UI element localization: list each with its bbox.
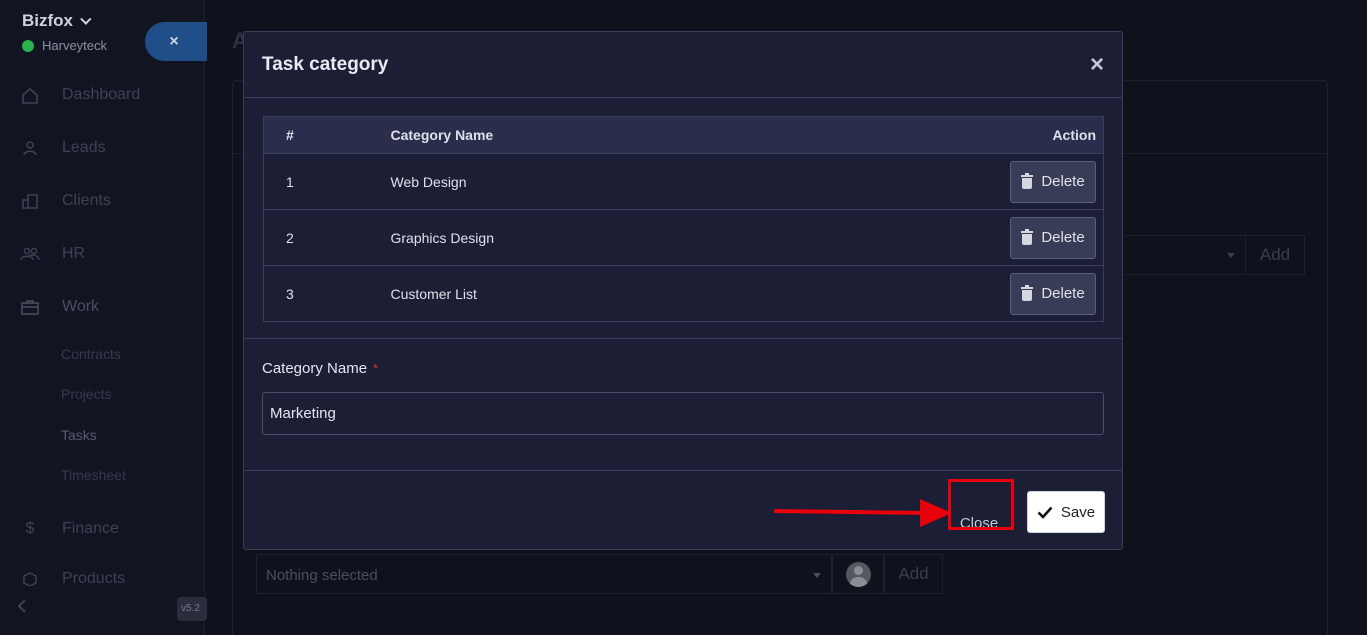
category-table: # Category Name Action 1 Web Design Dele… — [263, 116, 1104, 322]
table-row: 3 Customer List Delete — [263, 265, 1104, 322]
sidebar-subitem-timesheet[interactable]: Timesheet — [61, 467, 126, 483]
modal-close-icon[interactable]: × — [1087, 53, 1107, 77]
sidebar-item-label: Leads — [62, 139, 106, 156]
save-label: Save — [1060, 503, 1096, 521]
sidebar-item-label: HR — [62, 245, 86, 262]
row-category-name: Web Design — [390, 153, 964, 210]
assignee-select[interactable]: Nothing selected — [256, 554, 832, 594]
category-name-input[interactable] — [262, 392, 1104, 435]
collapse-sidebar-icon[interactable] — [16, 598, 28, 619]
delete-label: Delete — [1041, 285, 1085, 302]
users-icon — [20, 245, 40, 263]
row-number: 2 — [263, 209, 391, 266]
online-status-icon — [22, 39, 34, 52]
row-category-name: Graphics Design — [390, 209, 964, 266]
category-name-label-text: Category Name — [262, 360, 368, 377]
table-header-row: # Category Name Action — [263, 116, 1104, 154]
sidebar-item-leads[interactable]: Leads — [20, 139, 106, 157]
modal-title: Task category — [262, 54, 389, 75]
sidebar-item-label: Dashboard — [62, 86, 141, 103]
task-category-modal: Task category × # Category Name Action 1… — [243, 31, 1123, 550]
add-category-button[interactable]: Add — [1245, 235, 1305, 275]
trash-icon — [1021, 285, 1034, 301]
box-icon — [20, 572, 40, 586]
delete-label: Delete — [1041, 229, 1085, 246]
annotation-highlight-box — [948, 479, 1014, 530]
column-header-action: Action — [963, 116, 1104, 154]
close-icon: × — [169, 32, 179, 50]
company-name: Harveyteck — [42, 38, 108, 53]
building-icon — [20, 192, 40, 210]
table-row: 1 Web Design Delete — [263, 153, 1104, 210]
row-category-name: Customer List — [390, 265, 964, 322]
modal-header: Task category × — [244, 32, 1122, 98]
sidebar-item-hr[interactable]: HR — [20, 245, 85, 263]
sidebar-item-clients[interactable]: Clients — [20, 192, 111, 210]
sidebar-subitem-contracts[interactable]: Contracts — [61, 346, 121, 362]
sidebar-item-label: Products — [62, 572, 126, 586]
company-status: Harveyteck — [22, 38, 107, 53]
sidebar-toggle-button[interactable]: × — [145, 22, 207, 61]
brand-switcher[interactable]: Bizfox — [22, 11, 92, 31]
row-number: 1 — [263, 153, 391, 210]
version-badge: v5.2 — [177, 597, 207, 621]
sidebar-item-finance[interactable]: $ Finance — [20, 520, 119, 538]
column-header-category-name: Category Name — [390, 116, 964, 154]
sidebar-subitem-projects[interactable]: Projects — [61, 386, 112, 402]
required-mark: * — [373, 361, 379, 376]
caret-down-icon — [813, 573, 821, 578]
brand-name: Bizfox — [22, 11, 73, 30]
delete-button[interactable]: Delete — [1010, 160, 1096, 203]
row-action-cell: Delete — [963, 265, 1104, 322]
delete-button[interactable]: Delete — [1010, 272, 1096, 315]
home-icon — [20, 86, 40, 104]
save-button[interactable]: Save — [1027, 491, 1105, 533]
assignee-avatar-box — [832, 554, 884, 594]
form-divider — [244, 338, 1122, 339]
table-row: 2 Graphics Design Delete — [263, 209, 1104, 266]
annotation-arrow — [773, 499, 952, 527]
sidebar-item-work[interactable]: Work — [20, 298, 99, 316]
check-icon — [1037, 506, 1053, 519]
caret-down-icon — [1227, 253, 1235, 258]
sidebar-item-label: Clients — [62, 192, 111, 209]
dollar-icon: $ — [25, 520, 35, 537]
delete-button[interactable]: Delete — [1010, 216, 1096, 259]
briefcase-icon — [20, 298, 40, 316]
delete-label: Delete — [1041, 173, 1085, 190]
sidebar-subitem-tasks[interactable]: Tasks — [61, 427, 97, 443]
sidebar-item-products[interactable]: Products — [20, 572, 125, 586]
sidebar-item-label: Work — [62, 298, 100, 315]
sidebar-item-label: Finance — [62, 520, 119, 537]
trash-icon — [1021, 173, 1034, 189]
category-name-label: Category Name * — [262, 360, 378, 377]
category-select[interactable] — [1120, 235, 1245, 275]
add-assignee-button[interactable]: Add — [884, 554, 943, 594]
chevron-down-icon — [80, 13, 92, 25]
row-action-cell: Delete — [963, 209, 1104, 266]
sidebar: Bizfox Harveyteck × Dashboard Leads Clie… — [0, 0, 207, 635]
sidebar-item-dashboard[interactable]: Dashboard — [20, 86, 140, 104]
assignee-select-value: Nothing selected — [266, 567, 378, 584]
row-action-cell: Delete — [963, 153, 1104, 210]
column-header-number: # — [263, 116, 391, 154]
row-number: 3 — [263, 265, 391, 322]
avatar — [845, 561, 871, 587]
trash-icon — [1021, 229, 1034, 245]
user-icon — [20, 139, 40, 157]
